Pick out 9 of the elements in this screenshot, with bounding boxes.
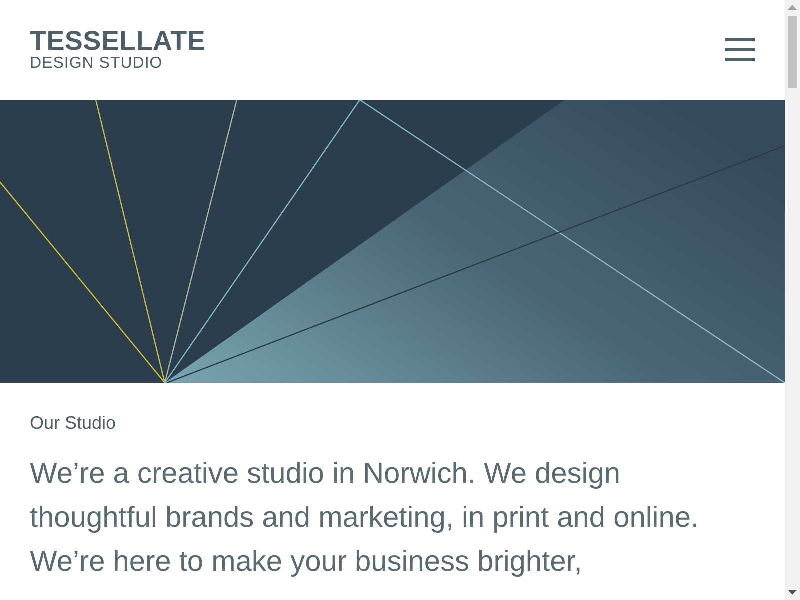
scrollbar-thumb[interactable]: [788, 16, 797, 88]
scrollbar[interactable]: [785, 0, 800, 600]
logo-subtitle: DESIGN STUDIO: [30, 54, 164, 74]
scroll-up-icon[interactable]: [788, 5, 797, 10]
scroll-down-icon[interactable]: [788, 590, 797, 595]
logo-title[interactable]: TESSELLATE: [30, 28, 206, 54]
intro-paragraph: We’re a creative studio in Norwich. We design thoughtful brands and marketing, in print and online. We’re here to make your business brighter,: [30, 457, 700, 580]
menu-icon[interactable]: [725, 38, 755, 62]
section-heading: Our Studio: [30, 413, 118, 434]
